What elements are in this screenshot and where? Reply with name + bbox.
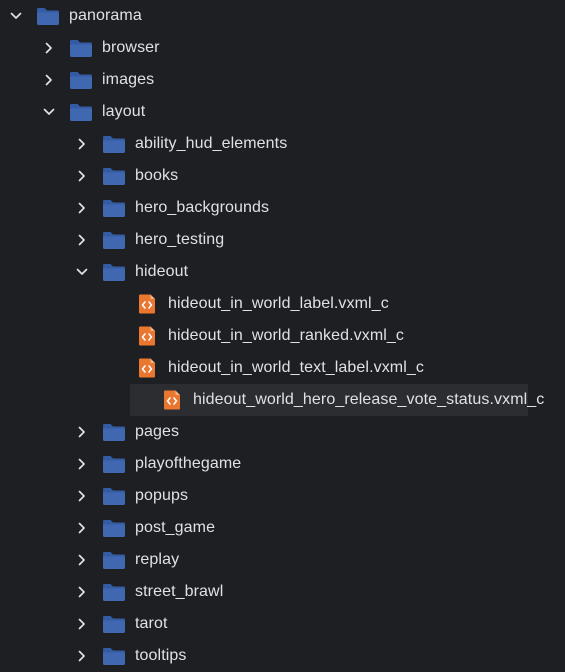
folder-icon [102,256,126,288]
tree-folder-item[interactable]: books [0,160,565,192]
folder-icon [69,96,93,128]
tree-file-item[interactable]: hideout_in_world_ranked.vxml_c [0,320,565,352]
vxml-file-icon [160,384,184,416]
tree-item-label: books [135,167,179,184]
vxml-file-icon [135,320,159,352]
tree-item-label: hideout [135,263,189,280]
chevron-right-icon[interactable] [72,128,92,160]
folder-icon [102,128,126,160]
folder-icon [102,160,126,192]
tree-folder-item[interactable]: tarot [0,608,565,640]
vxml-file-icon [135,352,159,384]
vxml-file-icon [135,288,159,320]
tree-file-item[interactable]: hideout_in_world_text_label.vxml_c [0,352,565,384]
chevron-right-icon[interactable] [72,576,92,608]
chevron-right-icon[interactable] [72,512,92,544]
folder-icon [102,416,126,448]
folder-icon [102,576,126,608]
folder-icon [69,32,93,64]
folder-icon [102,608,126,640]
tree-item-label: panorama [69,7,142,24]
chevron-right-icon[interactable] [72,192,92,224]
tree-item-label: images [102,71,155,88]
tree-file-item[interactable]: hideout_in_world_label.vxml_c [0,288,565,320]
tree-folder-item[interactable]: playofthegame [0,448,565,480]
tree-item-label: ability_hud_elements [135,135,288,152]
tree-item-label: browser [102,39,160,56]
tree-folder-item[interactable]: hero_testing [0,224,565,256]
tree-item-label: pages [135,423,180,440]
tree-item-label: tooltips [135,647,187,664]
chevron-right-icon[interactable] [72,224,92,256]
tree-folder-item[interactable]: hideout [0,256,565,288]
tree-folder-item[interactable]: layout [0,96,565,128]
chevron-right-icon[interactable] [72,416,92,448]
tree-item-label: tarot [135,615,168,632]
chevron-right-icon[interactable] [72,480,92,512]
chevron-right-icon[interactable] [39,64,59,96]
tree-folder-item[interactable]: hero_backgrounds [0,192,565,224]
tree-folder-item[interactable]: ability_hud_elements [0,128,565,160]
chevron-down-icon[interactable] [6,0,26,32]
chevron-down-icon[interactable] [39,96,59,128]
chevron-right-icon[interactable] [72,448,92,480]
tree-item-label: post_game [135,519,216,536]
tree-folder-item[interactable]: panorama [0,0,565,32]
tree-folder-item[interactable]: images [0,64,565,96]
folder-icon [102,640,126,672]
tree-folder-item[interactable]: popups [0,480,565,512]
tree-item-label: popups [135,487,189,504]
chevron-right-icon[interactable] [72,640,92,672]
folder-icon [102,448,126,480]
tree-folder-item[interactable]: tooltips [0,640,565,672]
tree-item-label: playofthegame [135,455,242,472]
folder-icon [102,512,126,544]
tree-item-label: replay [135,551,180,568]
tree-item-label: hideout_in_world_label.vxml_c [168,295,389,312]
tree-folder-item[interactable]: post_game [0,512,565,544]
folder-icon [102,192,126,224]
folder-icon [102,544,126,576]
tree-folder-item[interactable]: browser [0,32,565,64]
tree-item-label: hero_testing [135,231,225,248]
folder-icon [36,0,60,32]
tree-item-label: hero_backgrounds [135,199,270,216]
chevron-right-icon[interactable] [39,32,59,64]
tree-item-label: hideout_in_world_text_label.vxml_c [168,359,424,376]
chevron-right-icon[interactable] [72,608,92,640]
tree-folder-item[interactable]: pages [0,416,565,448]
tree-folder-item[interactable]: street_brawl [0,576,565,608]
tree-folder-item[interactable]: replay [0,544,565,576]
chevron-down-icon[interactable] [72,256,92,288]
file-explorer-tree: panorama browser images layout ability_hud_e… [0,0,565,672]
chevron-right-icon[interactable] [72,544,92,576]
folder-icon [69,64,93,96]
tree-item-label: street_brawl [135,583,224,600]
folder-icon [102,480,126,512]
chevron-right-icon[interactable] [72,160,92,192]
tree-item-label: hideout_in_world_ranked.vxml_c [168,327,405,344]
tree-item-label: layout [102,103,146,120]
tree-item-label: hideout_world_hero_release_vote_status.v… [193,391,545,408]
tree-file-item[interactable]: hideout_world_hero_release_vote_status.v… [130,384,544,416]
folder-icon [102,224,126,256]
